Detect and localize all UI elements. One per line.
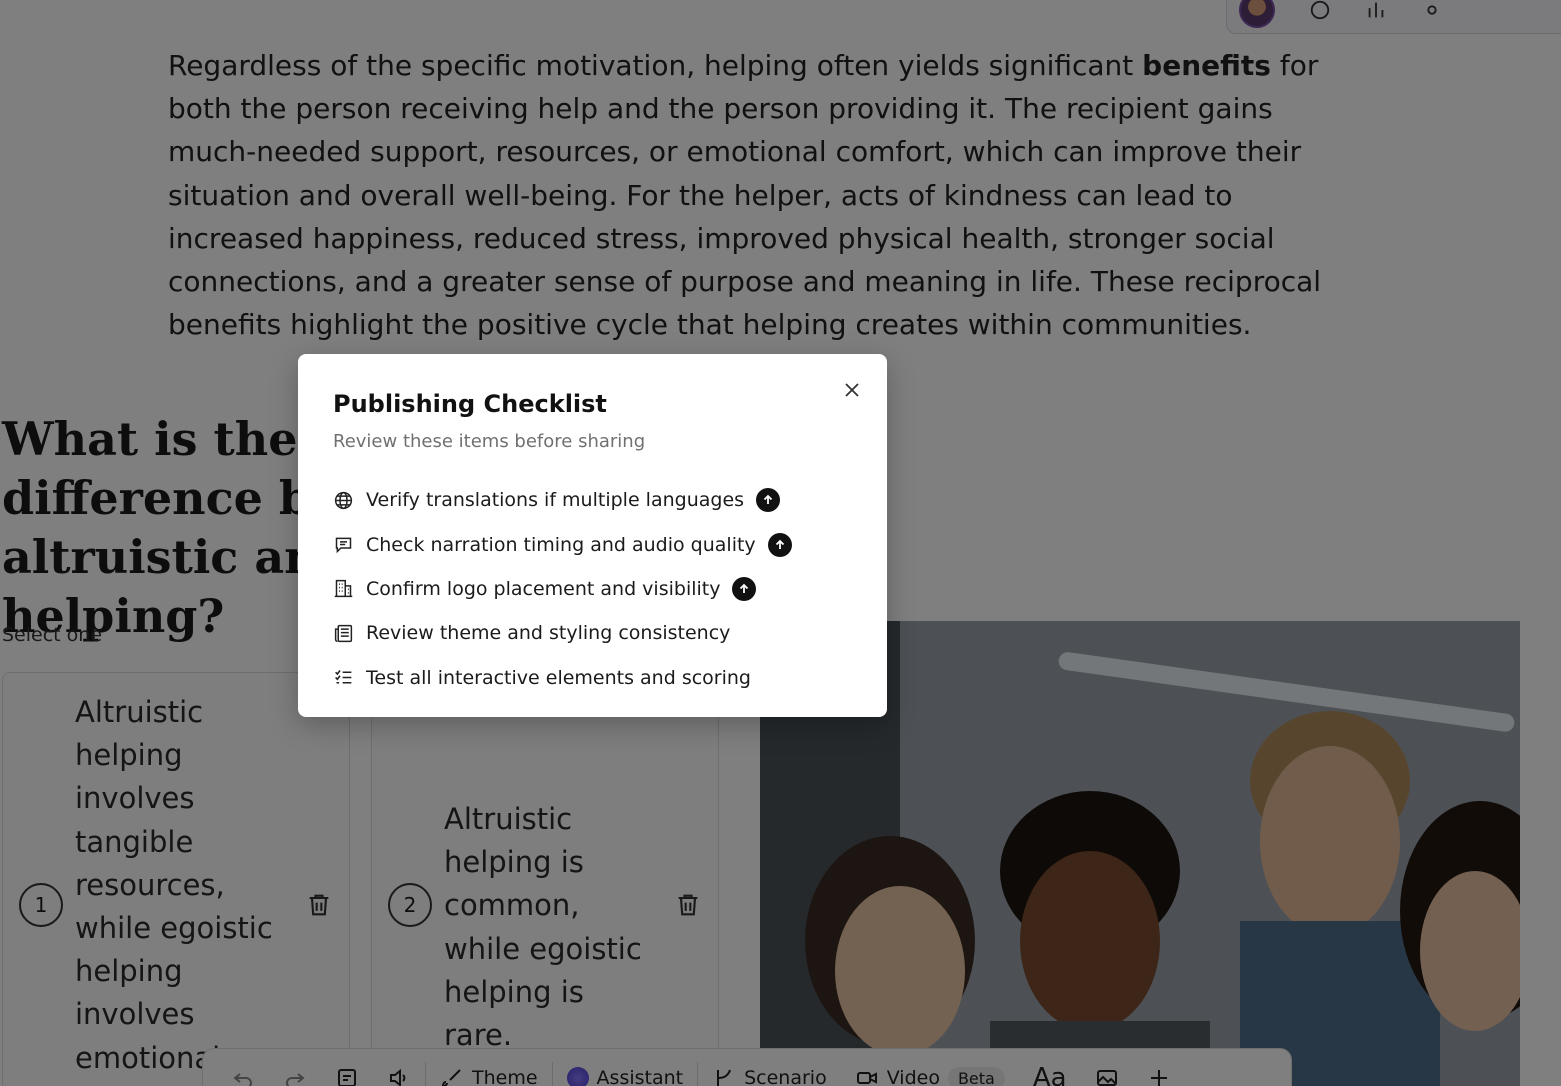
dialog-subtitle: Review these items before sharing	[333, 431, 646, 452]
checklist-item-text: Check narration timing and audio quality	[366, 533, 756, 556]
close-icon	[845, 383, 859, 397]
upgrade-badge[interactable]	[756, 488, 781, 513]
checklist-item-text: Review theme and styling consistency	[366, 622, 731, 645]
checklist-item-text: Confirm logo placement and visibility	[366, 577, 721, 600]
checklist-item: Test all interactive elements and scorin…	[333, 656, 792, 700]
speech-bubble-icon	[333, 534, 354, 555]
building-icon	[333, 578, 354, 599]
upgrade-badge[interactable]	[732, 576, 757, 601]
checklist-item: Verify translations if multiple language…	[333, 478, 792, 522]
globe-icon	[333, 490, 354, 511]
arrow-up-icon	[763, 494, 773, 505]
checklist-item: Confirm logo placement and visibility	[333, 567, 792, 611]
checklist-item: Check narration timing and audio quality	[333, 522, 792, 566]
checklist: Verify translations if multiple language…	[333, 478, 792, 700]
checklist-item-text: Test all interactive elements and scorin…	[366, 666, 751, 689]
close-button[interactable]	[838, 376, 866, 404]
checklist-item: Review theme and styling consistency	[333, 611, 792, 655]
publishing-checklist-dialog: Publishing Checklist Review these items …	[298, 354, 887, 717]
checklist-icon	[333, 667, 354, 688]
newspaper-icon	[333, 623, 354, 644]
upgrade-badge[interactable]	[767, 532, 792, 557]
arrow-up-icon	[775, 539, 784, 549]
checklist-item-text: Verify translations if multiple language…	[366, 489, 745, 512]
arrow-up-icon	[740, 583, 749, 593]
dialog-title: Publishing Checklist	[333, 390, 607, 418]
